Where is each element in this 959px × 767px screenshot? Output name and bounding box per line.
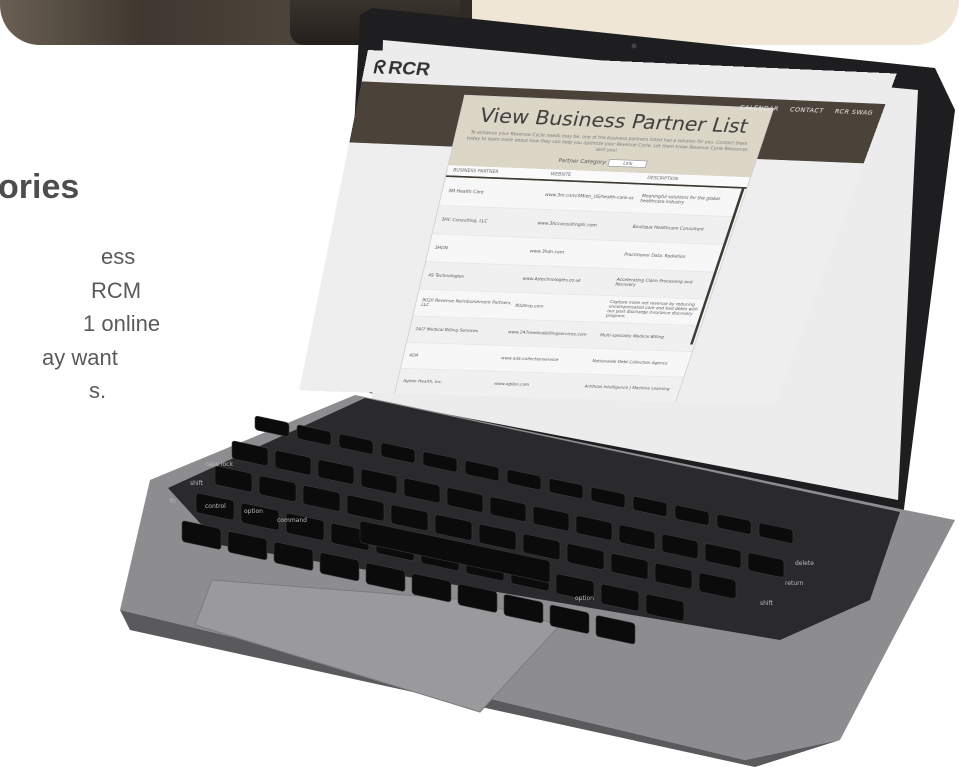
category-value: Link xyxy=(622,161,634,167)
cell-partner: 24/7 Medical Billing Services xyxy=(414,327,479,334)
keyboard-key xyxy=(390,504,429,532)
cell-website[interactable]: www.ada-collectionservice xyxy=(500,356,592,363)
keyboard-key xyxy=(661,533,699,560)
column-header-description: DESCRIPTION xyxy=(646,175,679,182)
keyboard-key xyxy=(590,487,626,508)
keyboard-key xyxy=(214,465,253,493)
keyboard-key xyxy=(758,522,794,544)
keyboard-key xyxy=(704,543,742,569)
cell-website[interactable]: www.3m.com/3M/en_US/health-care-us xyxy=(544,193,641,202)
logo-icon: ᖇ xyxy=(372,57,388,78)
cell-website[interactable]: www.3hdn.com xyxy=(529,249,625,257)
keyboard-key xyxy=(575,515,613,541)
cell-website[interactable]: www.247medicalbillingservices.com xyxy=(507,330,600,338)
keyboard-key xyxy=(240,502,280,531)
cell-description: Nationwide Debt Collection Agency xyxy=(591,359,669,366)
keyboard-key xyxy=(403,478,441,504)
keyboard-key xyxy=(302,485,341,512)
keyboard-key xyxy=(532,506,570,532)
category-label: Partner Category: xyxy=(557,157,608,166)
key-label-delete: delete xyxy=(795,560,814,567)
keyboard-key xyxy=(319,552,360,582)
keyboard-key xyxy=(716,513,752,535)
keyboard-key xyxy=(489,496,527,522)
keyboard-key xyxy=(434,514,473,541)
cell-partner: 4S Technologies xyxy=(427,273,465,280)
cell-partner: 3HC Consulting, LLC xyxy=(440,217,489,225)
keyboard-key xyxy=(548,478,584,499)
keyboard-key xyxy=(181,520,222,550)
keyboard-key xyxy=(254,415,290,437)
partner-list-header: View Business Partner List To enhance yo… xyxy=(448,95,773,178)
key-label-option-right: option xyxy=(575,595,594,602)
key-label-shift: shift xyxy=(190,480,204,487)
keyboard-keys xyxy=(181,415,794,645)
table-body: 3M Health Care www.3m.com/3M/en_US/health… xyxy=(394,176,747,403)
keyboard-key xyxy=(227,531,268,561)
keyboard-key xyxy=(296,424,332,446)
cell-partner: 3M Health Care xyxy=(447,188,485,196)
keyboard-key xyxy=(380,442,416,464)
cell-website[interactable]: www.agilon.com xyxy=(494,382,586,389)
keyboard-key xyxy=(360,468,398,494)
keyboard-key xyxy=(273,541,314,571)
keyboard-key xyxy=(317,459,355,485)
keyboard-key xyxy=(464,460,500,482)
keyboard-key xyxy=(274,450,312,476)
keyboard-key xyxy=(566,543,605,570)
keyboard-key xyxy=(231,440,269,466)
cell-description: Practitioner Data, Radiation xyxy=(623,252,687,260)
keyboard-key xyxy=(422,451,458,473)
cell-description: Multi-specialty Medical Billing xyxy=(599,333,665,340)
key-label-return: return xyxy=(785,580,804,587)
keyboard-key xyxy=(506,469,542,491)
keyboard-key xyxy=(346,494,385,522)
keyboard-key xyxy=(338,433,374,455)
keyboard-key xyxy=(446,487,484,513)
column-header-website: WEBSITE xyxy=(549,171,572,178)
cell-description: Artificial Intelligence | Machine Learni… xyxy=(583,384,671,392)
keyboard-key xyxy=(632,496,668,517)
cell-partner: ADA xyxy=(408,353,419,359)
keyboard-key xyxy=(610,553,649,580)
cell-partner: Agilon Health, Inc. xyxy=(402,379,444,385)
keyboard-key xyxy=(365,562,406,592)
keyboard-key xyxy=(645,593,685,622)
keyboard-key xyxy=(654,562,693,590)
category-select[interactable]: Link xyxy=(607,158,649,169)
cell-partner: 8020 Revenue Reimbursement Partners, LLC xyxy=(420,298,513,308)
keyboard-key xyxy=(618,524,656,550)
logo-text: RCR xyxy=(386,58,433,80)
keyboard-key xyxy=(698,572,737,599)
key-label-caps: caps lock xyxy=(205,461,233,468)
cell-website[interactable]: www.3hcconsultingllc.com xyxy=(537,221,634,229)
cell-description: Accelerating Claim Processing and Recove… xyxy=(614,277,694,288)
key-label-control: control xyxy=(205,503,226,510)
keyboard-key xyxy=(411,573,452,603)
keyboard-key xyxy=(549,604,590,634)
cell-description: Meaningful solutions for the global heal… xyxy=(639,193,721,206)
keyboard-key xyxy=(258,475,297,502)
cell-website[interactable]: www.4stechnologies.co.uk xyxy=(522,277,617,285)
cell-description: Boutique Healthcare Consultant xyxy=(631,224,705,233)
key-label-command: command xyxy=(277,517,307,524)
keyboard-key xyxy=(674,504,710,526)
key-label-fn: fn xyxy=(170,498,176,505)
keyboard-key xyxy=(478,524,517,551)
nav-contact[interactable]: CONTACT xyxy=(789,106,825,114)
cell-website[interactable]: 8020rrp.com xyxy=(515,304,609,312)
cell-description: Capture more net revenue by reducing unc… xyxy=(605,299,699,319)
keyboard-key xyxy=(600,583,640,612)
keyboard-key xyxy=(457,583,498,613)
keyboard-key xyxy=(595,615,636,645)
cell-partner: 3HDN xyxy=(434,245,449,251)
column-header-partner: BUSINESS PARTNER xyxy=(452,167,500,175)
key-label-option: option xyxy=(244,508,263,515)
keyboard-key xyxy=(747,552,785,578)
keyboard-key xyxy=(503,594,544,624)
key-label-shift-right: shift xyxy=(760,600,774,607)
site-logo[interactable]: ᖇRCR xyxy=(372,58,432,81)
